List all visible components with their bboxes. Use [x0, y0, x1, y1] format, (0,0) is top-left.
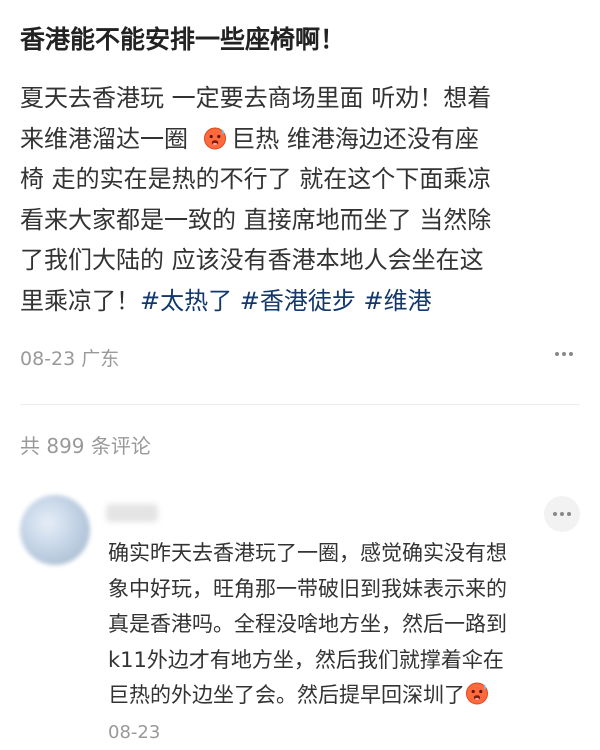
comment-line: 巨热的外边坐了会。然后提早回深圳了 [108, 678, 578, 714]
comment-line-text: 巨热的外边坐了会。然后提早回深圳了 [108, 683, 465, 707]
hot-face-icon [466, 682, 488, 705]
comment-item: 确实昨天去香港玩了一圈，感觉确实没有想 象中好玩，旺角那一带破旧到我妹表示来的 … [0, 490, 600, 750]
hashtag-link[interactable]: #维港 [364, 287, 432, 315]
comment-line: k11外边才有地方坐，然后我们就撑着伞在 [108, 647, 504, 672]
post-body-text: 里乘凉了！ [20, 286, 140, 315]
post-body-line: 夏天去香港玩 一定要去商场里面 听劝！想着 [20, 84, 492, 112]
avatar[interactable] [20, 495, 90, 565]
post-body-line: 里乘凉了！#太热了 #香港徒步 #维港 [20, 281, 586, 322]
divider [20, 404, 580, 405]
hashtag-link[interactable]: #香港徒步 [240, 287, 356, 315]
post-date-location: 08-23 广东 [20, 348, 120, 370]
post-body-line: 椅 走的实在是热的不行了 就在这个下面乘凉 [20, 165, 492, 193]
comment-date: 08-23 [108, 722, 161, 743]
post-body-line: 看来大家都是一致的 直接席地而坐了 当然除 [20, 205, 492, 234]
post-body-line: 来维港溜达一圈 巨热 维港海边还没有座 [20, 119, 586, 160]
comment-line: 象中好玩，旺角那一带破旧到我妹表示来的 [108, 576, 507, 601]
hashtag-link[interactable]: #太热了 [140, 287, 232, 315]
comments-count: 共 899 条评论 [20, 434, 151, 458]
comment-line: 真是香港吗。全程没啥地方坐，然后一路到 [108, 612, 507, 636]
comment-line: 确实昨天去香港玩了一圈，感觉确实没有想 [108, 541, 507, 565]
post-title: 香港能不能安排一些座椅啊！ [20, 25, 346, 54]
hot-face-icon [204, 127, 227, 149]
more-options-button[interactable] [548, 340, 580, 368]
comment-text: 确实昨天去香港玩了一圈，感觉确实没有想 象中好玩，旺角那一带破旧到我妹表示来的 … [108, 536, 578, 714]
comment-more-button[interactable] [544, 496, 580, 532]
comment-author-name[interactable] [106, 504, 158, 522]
post-body-text: 巨热 维港海边还没有座 [231, 124, 479, 153]
post-body-text: 来维港溜达一圈 [20, 124, 188, 153]
more-dots-icon [553, 512, 571, 516]
post-body: 夏天去香港玩 一定要去商场里面 听劝！想着 来维港溜达一圈 巨热 维港海边还没有… [20, 78, 586, 321]
more-dots-icon [555, 352, 573, 356]
post-body-line: 了我们大陆的 应该没有香港本地人会坐在这 [20, 246, 484, 274]
